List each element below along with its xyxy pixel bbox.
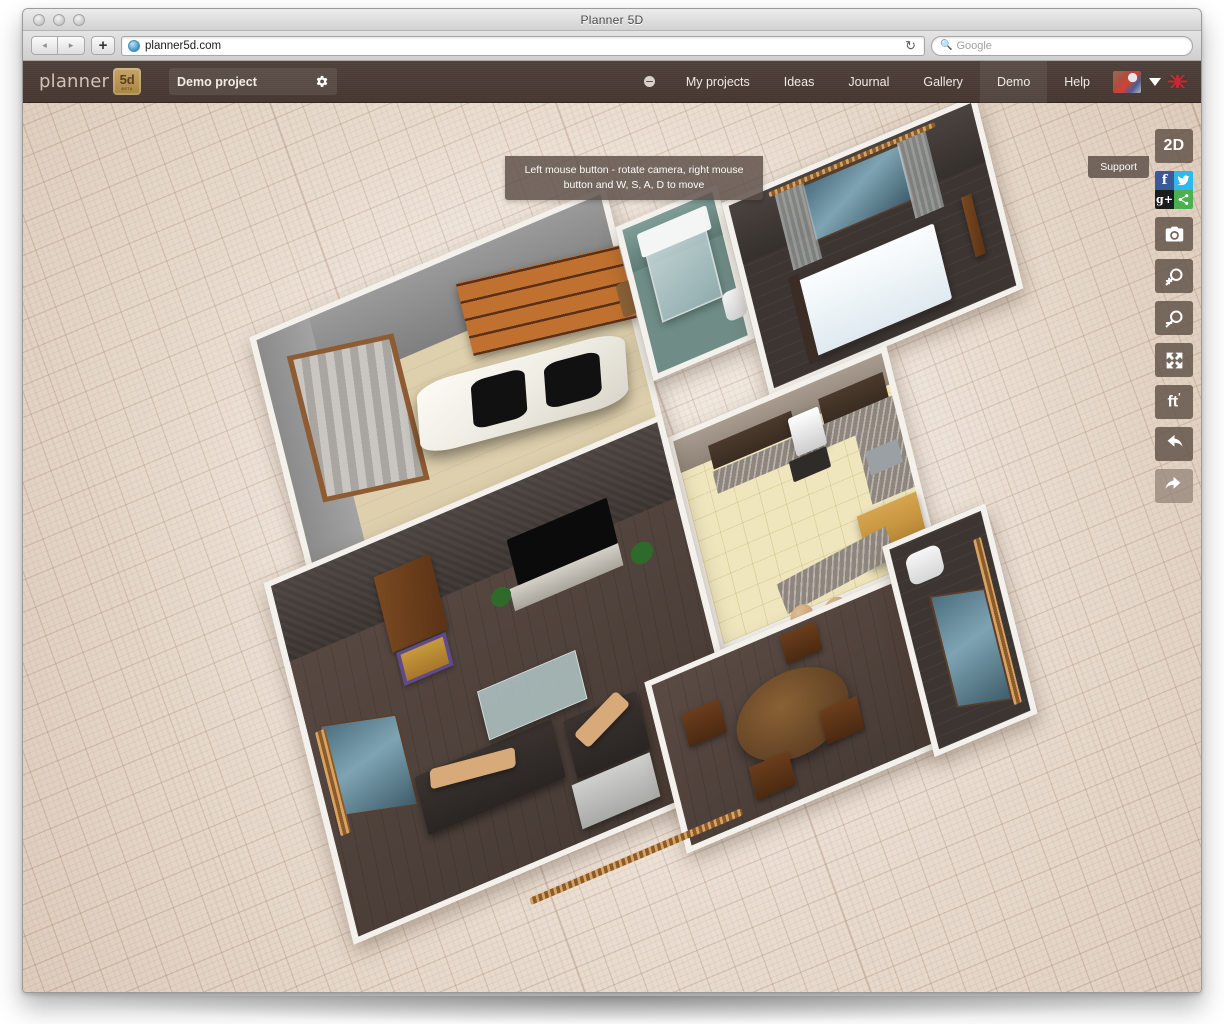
browser-titlebar: Planner 5D xyxy=(23,9,1201,31)
undo-arrow-icon xyxy=(1163,433,1185,455)
dining-chair-4[interactable] xyxy=(780,621,823,664)
camera-icon xyxy=(1164,224,1185,245)
zoom-out-icon xyxy=(1164,308,1185,329)
google-plus-icon[interactable]: g+ xyxy=(1155,190,1174,209)
zoom-in-icon xyxy=(1164,266,1185,287)
globe-icon xyxy=(128,40,140,52)
nav-item-my-projects[interactable]: My projects xyxy=(669,61,767,103)
project-name-label: Demo project xyxy=(177,75,314,89)
plant-2[interactable] xyxy=(622,529,662,573)
zoom-window-button[interactable] xyxy=(73,14,85,26)
units-label: ft′ xyxy=(1167,392,1180,411)
expand-arrows-icon xyxy=(1164,350,1185,371)
brand-wordmark: planner xyxy=(39,71,109,92)
window-traffic-lights xyxy=(33,14,85,26)
social-share-block[interactable]: f g+ xyxy=(1155,171,1193,209)
nav-item-demo[interactable]: Demo xyxy=(980,61,1047,103)
facebook-icon[interactable]: f xyxy=(1155,171,1174,190)
car-windshield xyxy=(470,367,527,430)
search-input[interactable]: 🔍 Google xyxy=(931,36,1193,56)
brand-badge-subtext: BETA xyxy=(121,87,132,91)
zoom-out-button[interactable] xyxy=(1155,301,1193,335)
support-button[interactable]: Support xyxy=(1088,156,1149,178)
search-magnifier-icon: 🔍 xyxy=(940,40,952,51)
nav-item-help[interactable]: Help xyxy=(1047,61,1107,103)
camera-hint-tooltip: Left mouse button - rotate camera, right… xyxy=(505,156,763,200)
redo-arrow-icon xyxy=(1163,475,1185,497)
brand-logo[interactable]: planner 5d BETA xyxy=(39,68,151,95)
zoom-in-button[interactable] xyxy=(1155,259,1193,293)
right-toolbar: 2D f g+ xyxy=(1155,129,1193,503)
url-bar[interactable]: planner5d.com ↻ xyxy=(121,36,925,56)
sidebar-item-notifications[interactable] xyxy=(630,61,669,103)
screenshot-button[interactable] xyxy=(1155,217,1193,251)
main-navigation: My projects Ideas Journal Gallery Demo H… xyxy=(630,61,1201,103)
plant-1[interactable] xyxy=(483,576,518,615)
planner5d-app: planner 5d BETA Demo project My pr xyxy=(23,61,1201,992)
browser-window: Planner 5D ◂ ▸ + planner5d.com ↻ 🔍 Googl… xyxy=(22,8,1202,993)
view-2d-label: 2D xyxy=(1163,137,1184,155)
redo-button[interactable] xyxy=(1155,469,1193,503)
reload-icon[interactable]: ↻ xyxy=(905,38,916,54)
car-rear-window xyxy=(543,349,602,409)
brand-badge-text: 5d xyxy=(120,72,135,87)
app-header: planner 5d BETA Demo project My pr xyxy=(23,61,1201,103)
browser-toolbar: ◂ ▸ + planner5d.com ↻ 🔍 Google xyxy=(23,31,1201,61)
dining-chair-1[interactable] xyxy=(681,698,726,747)
nav-item-gallery[interactable]: Gallery xyxy=(906,61,980,103)
uk-flag-icon[interactable] xyxy=(1168,75,1187,88)
project-name-field[interactable]: Demo project xyxy=(169,68,337,95)
share-icon[interactable] xyxy=(1174,190,1193,209)
bed[interactable] xyxy=(798,223,952,356)
window-title: Planner 5D xyxy=(23,13,1201,27)
wc-toilet[interactable] xyxy=(904,542,945,586)
view-2d-button[interactable]: 2D xyxy=(1155,129,1193,163)
chevron-down-icon[interactable] xyxy=(1149,78,1161,86)
minimize-window-button[interactable] xyxy=(53,14,65,26)
undo-button[interactable] xyxy=(1155,427,1193,461)
units-button[interactable]: ft′ xyxy=(1155,385,1193,419)
window-drop-shadow xyxy=(58,996,1166,1024)
car[interactable] xyxy=(416,329,629,456)
fullscreen-button[interactable] xyxy=(1155,343,1193,377)
circle-dot-icon xyxy=(644,76,655,87)
nav-item-ideas[interactable]: Ideas xyxy=(767,61,832,103)
bedroom-door[interactable] xyxy=(961,193,986,257)
nav-buttons: ◂ ▸ xyxy=(31,36,85,55)
gear-icon[interactable] xyxy=(314,74,329,89)
back-button[interactable]: ◂ xyxy=(31,36,58,55)
nav-item-journal[interactable]: Journal xyxy=(831,61,906,103)
add-tab-button[interactable]: + xyxy=(91,36,115,55)
avatar[interactable] xyxy=(1113,71,1141,93)
twitter-icon[interactable] xyxy=(1174,171,1193,190)
scene-canvas-3d[interactable] xyxy=(23,103,1201,992)
close-window-button[interactable] xyxy=(33,14,45,26)
search-placeholder: Google xyxy=(956,40,991,52)
url-text: planner5d.com xyxy=(145,40,900,52)
forward-button[interactable]: ▸ xyxy=(58,36,85,55)
brand-badge-icon: 5d BETA xyxy=(113,68,141,95)
